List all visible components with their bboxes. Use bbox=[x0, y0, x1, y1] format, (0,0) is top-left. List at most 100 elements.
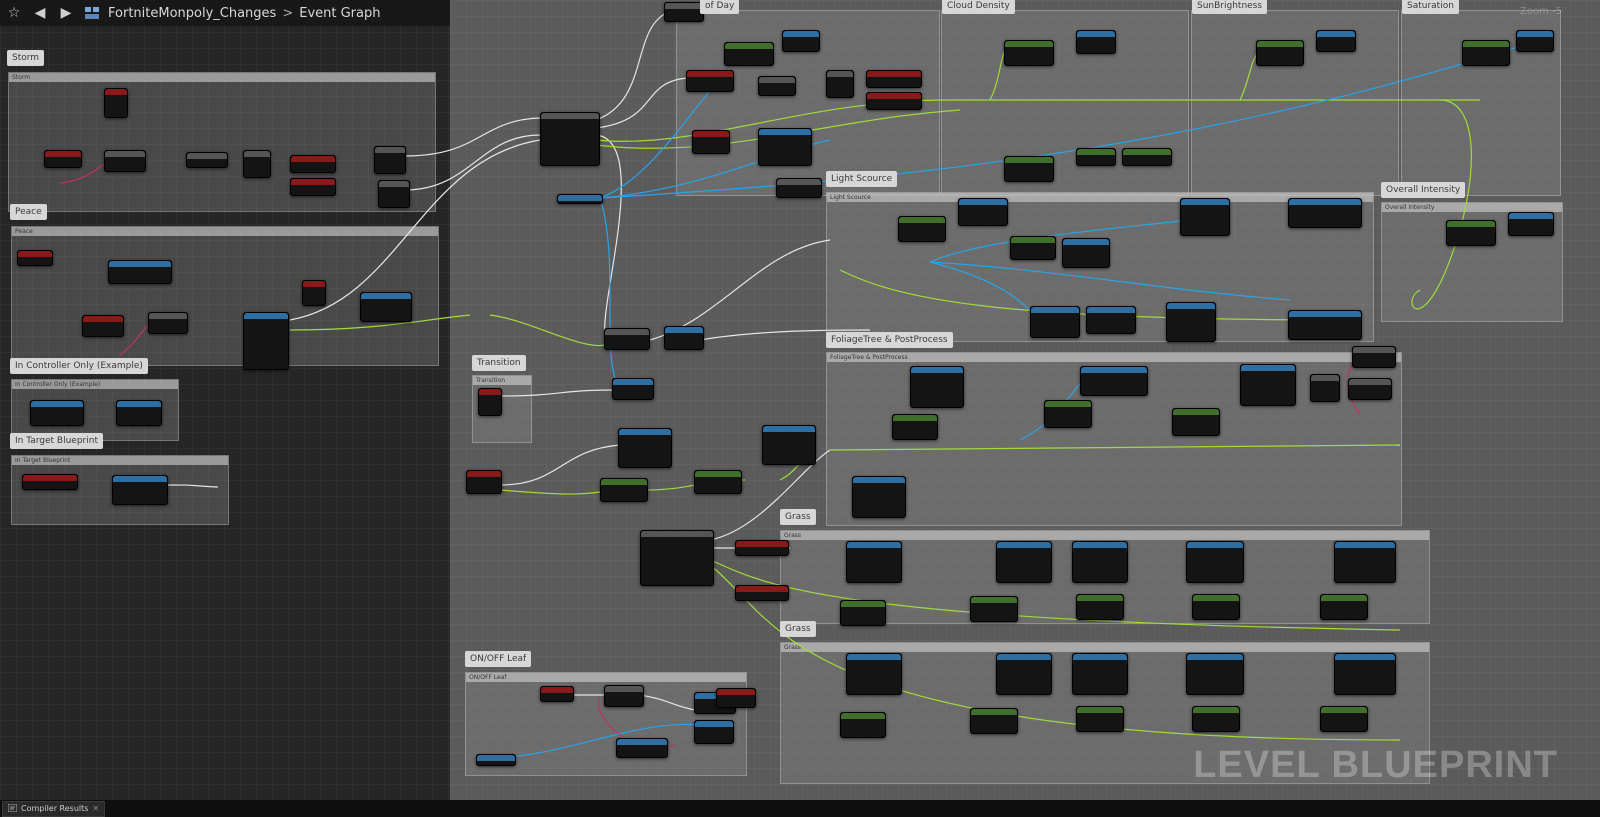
node-light-set-brightness[interactable] bbox=[958, 198, 1008, 226]
node-tod-event[interactable] bbox=[692, 130, 730, 154]
comment-title-overall-intensity[interactable]: Overall Intensity bbox=[1381, 182, 1466, 198]
node-tod-select[interactable] bbox=[826, 70, 854, 98]
node-set-scalar-2[interactable] bbox=[762, 425, 816, 465]
comment-title-grass-1[interactable]: Grass bbox=[780, 509, 816, 525]
node-foliage-scalar[interactable] bbox=[910, 366, 964, 408]
breadcrumb-asset[interactable]: FortniteMonpoly_Changes bbox=[108, 6, 276, 21]
node-cloud-get[interactable] bbox=[1076, 148, 1116, 166]
node-grass-scalar-5[interactable] bbox=[1334, 541, 1396, 583]
node-timeline-main[interactable] bbox=[540, 112, 600, 166]
node-grass-lerp-5[interactable] bbox=[1320, 594, 1368, 620]
node-grass2-scalar-2[interactable] bbox=[996, 653, 1052, 695]
node-leaf-variable[interactable] bbox=[716, 688, 756, 708]
node-set-scalar-3[interactable] bbox=[852, 476, 906, 518]
node-grass2-scalar-4[interactable] bbox=[1186, 653, 1244, 695]
comment-title-foliage[interactable]: FoliageTree & PostProcess bbox=[826, 332, 953, 348]
node-flipflop-leaf[interactable] bbox=[604, 685, 644, 707]
comment-title-sun-brightness[interactable]: SunBrightness bbox=[1192, 0, 1268, 14]
comment-title-transition[interactable]: Transition bbox=[472, 355, 526, 371]
node-flipflop-transition[interactable] bbox=[478, 388, 502, 416]
node-tod-lerp[interactable] bbox=[724, 42, 774, 66]
node-cloud-set-2[interactable] bbox=[1122, 148, 1172, 166]
node-tod-mult[interactable] bbox=[758, 76, 796, 96]
event-node-storm[interactable] bbox=[44, 150, 82, 168]
node-grass-lerp-4[interactable] bbox=[1192, 594, 1240, 620]
node-set-leaf[interactable] bbox=[616, 738, 668, 758]
node-leaf-ref[interactable] bbox=[476, 754, 516, 766]
node-timeline[interactable] bbox=[243, 150, 271, 178]
compiler-results-tab[interactable]: Compiler Results ✕ bbox=[2, 800, 106, 817]
node-branch[interactable] bbox=[104, 150, 146, 172]
node-grass2-scalar-1[interactable] bbox=[846, 653, 902, 695]
arrow-left-icon[interactable]: ◀ bbox=[30, 3, 50, 23]
comment-title-grass-2[interactable]: Grass bbox=[780, 621, 816, 637]
node-light-lerp-2[interactable] bbox=[1010, 236, 1056, 260]
node-foliage-lerp[interactable] bbox=[892, 414, 938, 440]
comment-title-light-source[interactable]: Light Scource bbox=[826, 171, 898, 187]
node-overall-lerp[interactable] bbox=[1446, 220, 1496, 246]
node-grass-lerp-2[interactable] bbox=[970, 596, 1018, 622]
node-grass2-lerp-4[interactable] bbox=[1192, 706, 1240, 732]
node-get-grass-2[interactable] bbox=[735, 585, 789, 601]
node-light-set-color[interactable] bbox=[1180, 198, 1230, 236]
node-cloud-lerp-2[interactable] bbox=[1004, 156, 1054, 182]
node-grass2-lerp-5[interactable] bbox=[1320, 706, 1368, 732]
node-set-scalar-1[interactable] bbox=[618, 428, 672, 468]
node-switch[interactable] bbox=[664, 326, 704, 350]
node-tod-scalar[interactable] bbox=[758, 128, 812, 166]
node-grass-scalar-2[interactable] bbox=[996, 541, 1052, 583]
event-node-tree[interactable] bbox=[466, 470, 502, 494]
node-timeline-peace[interactable] bbox=[243, 312, 289, 370]
node-set-transition-2[interactable] bbox=[290, 178, 336, 196]
event-node-toggle[interactable] bbox=[22, 474, 78, 490]
node-fog-color-2[interactable] bbox=[1288, 310, 1362, 340]
node-foliage-select[interactable] bbox=[1310, 374, 1340, 402]
node-foliage-lerp-3[interactable] bbox=[1172, 408, 1220, 436]
node-grass-lerp-3[interactable] bbox=[1076, 594, 1124, 620]
node-grass-lerp-1[interactable] bbox=[840, 600, 886, 626]
node-sat-set[interactable] bbox=[1516, 30, 1554, 52]
node-cloud-set[interactable] bbox=[1076, 30, 1116, 54]
comment-title-time-of-day[interactable]: of Day bbox=[700, 0, 740, 14]
node-sky-variable[interactable] bbox=[557, 194, 603, 204]
comment-title-controller-only[interactable]: In Controller Only (Example) bbox=[10, 358, 148, 374]
node-grass2-lerp-1[interactable] bbox=[840, 712, 886, 738]
node-timeline-grass[interactable] bbox=[640, 530, 714, 586]
node-tod-set-speed-2[interactable] bbox=[866, 92, 922, 110]
node-tod-a[interactable] bbox=[782, 30, 820, 52]
node-lerp-1[interactable] bbox=[600, 478, 648, 502]
event-node-peace[interactable] bbox=[17, 250, 53, 266]
event-node-leaf[interactable] bbox=[540, 686, 574, 702]
node-sequence-2[interactable] bbox=[378, 180, 410, 208]
node-grass2-scalar-5[interactable] bbox=[1334, 653, 1396, 695]
node-light-lerp[interactable] bbox=[898, 216, 946, 242]
node-set-play-rate[interactable] bbox=[360, 292, 412, 322]
comment-title-cloud-density[interactable]: Cloud Density bbox=[942, 0, 1015, 14]
node-tod-set[interactable] bbox=[776, 178, 822, 198]
node-play[interactable] bbox=[108, 260, 172, 284]
comment-title-onoff-leaf[interactable]: ON/OFF Leaf bbox=[465, 651, 532, 667]
node-grass2-lerp-3[interactable] bbox=[1076, 706, 1124, 732]
node-tod-get[interactable] bbox=[686, 70, 734, 92]
node-set-main[interactable] bbox=[612, 378, 654, 400]
node-sun-set[interactable] bbox=[1316, 30, 1356, 52]
node-fog-color[interactable] bbox=[1288, 198, 1362, 228]
node-grass-scalar-3[interactable] bbox=[1072, 541, 1128, 583]
node-flipflop-peace[interactable] bbox=[302, 280, 326, 306]
node-sat-lerp[interactable] bbox=[1462, 40, 1510, 66]
node-get-grass[interactable] bbox=[735, 540, 789, 556]
breadcrumb-graph[interactable]: Event Graph bbox=[299, 6, 380, 21]
event-node-transition[interactable] bbox=[82, 315, 124, 337]
arrow-right-icon[interactable]: ▶ bbox=[56, 3, 76, 23]
node-postprocess-set[interactable] bbox=[1080, 366, 1148, 396]
node-leaf-target-2[interactable] bbox=[694, 720, 734, 744]
node-foliage-branch[interactable] bbox=[1348, 378, 1392, 400]
node-branch-main[interactable] bbox=[604, 328, 650, 350]
node-tod-set-speed[interactable] bbox=[866, 70, 922, 88]
node-grass2-scalar-3[interactable] bbox=[1072, 653, 1128, 695]
node-cloud-lerp[interactable] bbox=[1004, 40, 1054, 66]
node-set-transition-target[interactable] bbox=[112, 475, 168, 505]
node-set[interactable] bbox=[186, 152, 228, 168]
node-light-color-2[interactable] bbox=[1166, 302, 1216, 342]
node-foliage-lerp-2[interactable] bbox=[1044, 400, 1092, 428]
